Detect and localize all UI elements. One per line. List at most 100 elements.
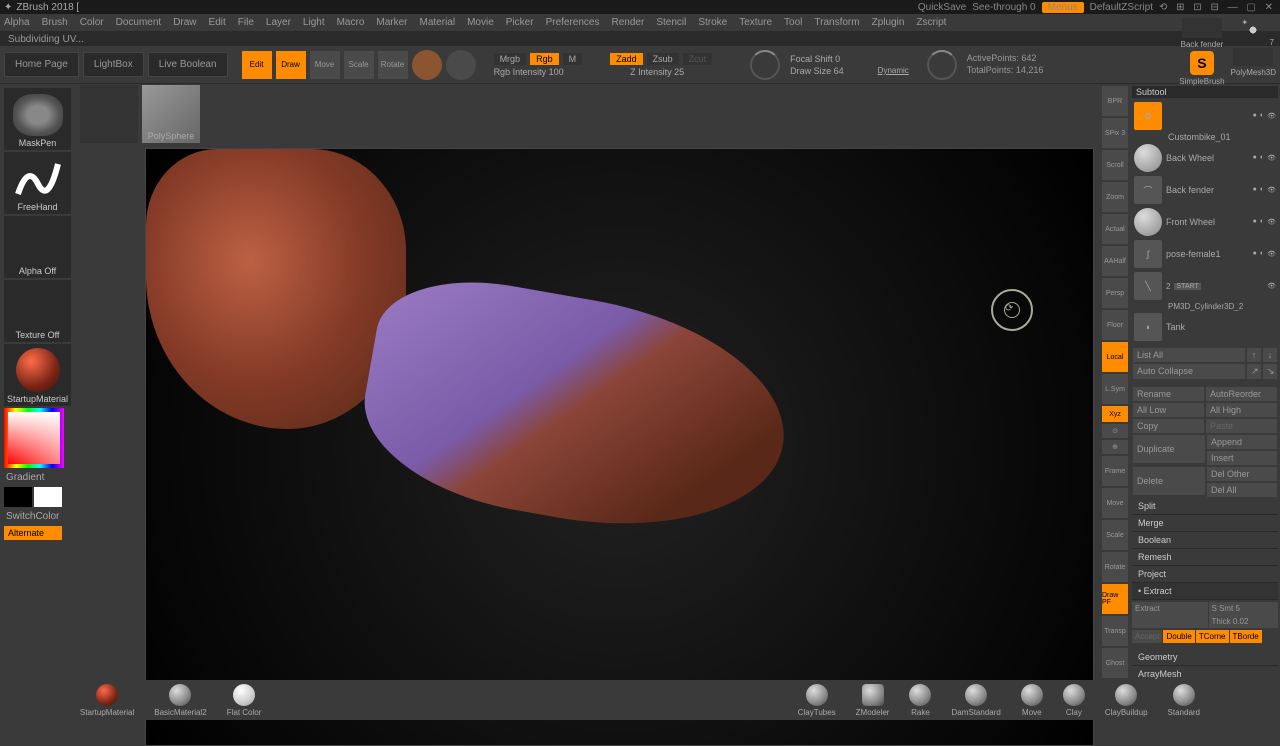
project-section[interactable]: Project <box>1132 566 1278 583</box>
brush-damstandard[interactable]: DamStandard <box>951 684 1000 717</box>
menu-file[interactable]: File <box>238 17 254 28</box>
menu-movie[interactable]: Movie <box>467 17 494 28</box>
double-button[interactable]: Double <box>1163 630 1194 643</box>
accept-button[interactable]: Accept <box>1132 630 1162 643</box>
window-icons[interactable]: ⟲ ⊞ ⊡ ⊟ — ▢ ✕ <box>1159 2 1276 13</box>
m-button[interactable]: M <box>563 53 583 65</box>
polymesh-star-icon[interactable]: ✦ <box>1241 18 1265 42</box>
home-tab[interactable]: Home Page <box>4 52 79 77</box>
menus-toggle[interactable]: Menus <box>1042 2 1084 13</box>
z-intensity[interactable]: Z Intensity 25 <box>630 67 712 77</box>
split-section[interactable]: Split <box>1132 498 1278 515</box>
zoom-button[interactable]: Zoom <box>1102 182 1128 212</box>
focal-gauge-icon[interactable] <box>750 50 780 80</box>
autoreorder-button[interactable]: AutoReorder <box>1206 387 1277 401</box>
menu-marker[interactable]: Marker <box>376 17 407 28</box>
color-white[interactable] <box>34 487 62 507</box>
extract-button[interactable]: Extract <box>1132 602 1208 628</box>
bpr-button[interactable]: BPR <box>1102 86 1128 116</box>
delother-button[interactable]: Del Other <box>1207 467 1277 481</box>
boolean-section[interactable]: Boolean <box>1132 532 1278 549</box>
floor-button[interactable]: Floor <box>1102 310 1128 340</box>
delall-button[interactable]: Del All <box>1207 483 1277 497</box>
lightbox-tab[interactable]: LightBox <box>83 52 144 77</box>
rotate3d-button[interactable]: Rotate <box>1102 552 1128 582</box>
rename-button[interactable]: Rename <box>1133 387 1204 401</box>
alllow-button[interactable]: All Low <box>1133 403 1204 417</box>
draw-size[interactable]: Draw Size 64 <box>790 66 844 76</box>
edit-mode[interactable]: Edit <box>242 51 272 79</box>
subtool-tank[interactable]: ◗ Tank <box>1132 311 1278 343</box>
subtool-posefemale[interactable]: ʃ pose-female1 ●◐👁 <box>1132 238 1278 270</box>
extract-section[interactable]: • Extract <box>1132 583 1278 600</box>
brush-zmodeler[interactable]: ZModeler <box>856 684 890 717</box>
subtool-backwheel[interactable]: Back Wheel ●◐👁 <box>1132 142 1278 174</box>
menu-texture[interactable]: Texture <box>739 17 772 28</box>
gradient-label[interactable]: Gradient <box>4 470 71 485</box>
insert-button[interactable]: Insert <box>1207 451 1277 465</box>
menu-render[interactable]: Render <box>612 17 645 28</box>
stroke-slot[interactable]: FreeHand <box>4 152 71 214</box>
brush-slot[interactable]: MaskPen <box>4 88 71 150</box>
size-gauge-icon[interactable] <box>927 50 957 80</box>
menu-draw[interactable]: Draw <box>173 17 196 28</box>
move-mode[interactable]: Move <box>310 51 340 79</box>
transp-button[interactable]: Transp <box>1102 616 1128 646</box>
allhigh-button[interactable]: All High <box>1206 403 1277 417</box>
brush-claytubes[interactable]: ClayTubes <box>798 684 836 717</box>
rotate-mode[interactable]: Rotate <box>378 51 408 79</box>
autocollapse-button[interactable]: Auto Collapse <box>1133 364 1245 379</box>
active-tool-thumb[interactable] <box>80 85 138 143</box>
delete-button[interactable]: Delete <box>1133 467 1205 495</box>
alternate-button[interactable]: Alternate <box>4 526 62 540</box>
brush-flatcolor[interactable]: Flat Color <box>227 684 262 717</box>
paste-button[interactable]: Paste <box>1206 419 1277 433</box>
subtool-header[interactable]: Subtool <box>1132 86 1278 98</box>
color-black[interactable] <box>4 487 32 507</box>
rgb-intensity[interactable]: Rgb Intensity 100 <box>494 67 583 77</box>
tcorne-button[interactable]: TCorne <box>1196 630 1229 643</box>
scale-mode[interactable]: Scale <box>344 51 374 79</box>
menu-picker[interactable]: Picker <box>506 17 534 28</box>
focal-shift[interactable]: Focal Shift 0 <box>790 54 909 64</box>
append-button[interactable]: Append <box>1207 435 1277 449</box>
backfender-thumb[interactable] <box>1182 18 1222 38</box>
subtool-custombike[interactable]: ⚙ ●◐👁 <box>1132 100 1278 132</box>
menu-layer[interactable]: Layer <box>266 17 291 28</box>
up-arrow-icon[interactable]: ↑ <box>1247 348 1261 362</box>
xyz-button[interactable]: Xyz <box>1102 406 1128 422</box>
copy-button[interactable]: Copy <box>1133 419 1204 433</box>
subtool-cylinder[interactable]: ╲ 2 START 👁 <box>1132 270 1278 302</box>
gizmo-button[interactable] <box>412 50 442 80</box>
menu-light[interactable]: Light <box>303 17 325 28</box>
brush-standard[interactable]: Standard <box>1168 684 1200 717</box>
material-slot[interactable]: StartupMaterial <box>4 344 71 406</box>
spix-button[interactable]: SPix 3 <box>1102 118 1128 148</box>
ghost-button[interactable]: Ghost <box>1102 648 1128 678</box>
duplicate-button[interactable]: Duplicate <box>1133 435 1205 463</box>
texture-slot[interactable]: Texture Off <box>4 280 71 342</box>
switch-colors[interactable] <box>4 487 71 507</box>
tborde-button[interactable]: TBorde <box>1230 630 1262 643</box>
rgb-button[interactable]: Rgb <box>530 53 559 65</box>
brush-rake[interactable]: Rake <box>909 684 931 717</box>
movedown-icon[interactable]: ↘ <box>1263 364 1277 379</box>
menu-edit[interactable]: Edit <box>209 17 226 28</box>
liveboolean-tab[interactable]: Live Boolean <box>148 52 228 77</box>
persp-button[interactable]: Persp <box>1102 278 1128 308</box>
down-arrow-icon[interactable]: ↓ <box>1263 348 1277 362</box>
menu-stroke[interactable]: Stroke <box>698 17 727 28</box>
menu-tool[interactable]: Tool <box>784 17 802 28</box>
local-button[interactable]: Local <box>1102 342 1128 372</box>
subtool-backfender[interactable]: ⌒ Back fender ●◐👁 <box>1132 174 1278 206</box>
brush-move[interactable]: Move <box>1021 684 1043 717</box>
lsym-button[interactable]: L.Sym <box>1102 374 1128 404</box>
seethrough-slider[interactable]: See-through 0 <box>972 2 1035 13</box>
viewport[interactable]: ⟳ <box>145 148 1094 746</box>
menu-stencil[interactable]: Stencil <box>656 17 686 28</box>
thick-slider[interactable]: Thick 0.02 <box>1209 615 1279 628</box>
default-zscript[interactable]: DefaultZScript <box>1090 2 1153 13</box>
color-picker[interactable] <box>4 408 64 468</box>
scroll-button[interactable]: Scroll <box>1102 150 1128 180</box>
frame-button[interactable]: Frame <box>1102 456 1128 486</box>
